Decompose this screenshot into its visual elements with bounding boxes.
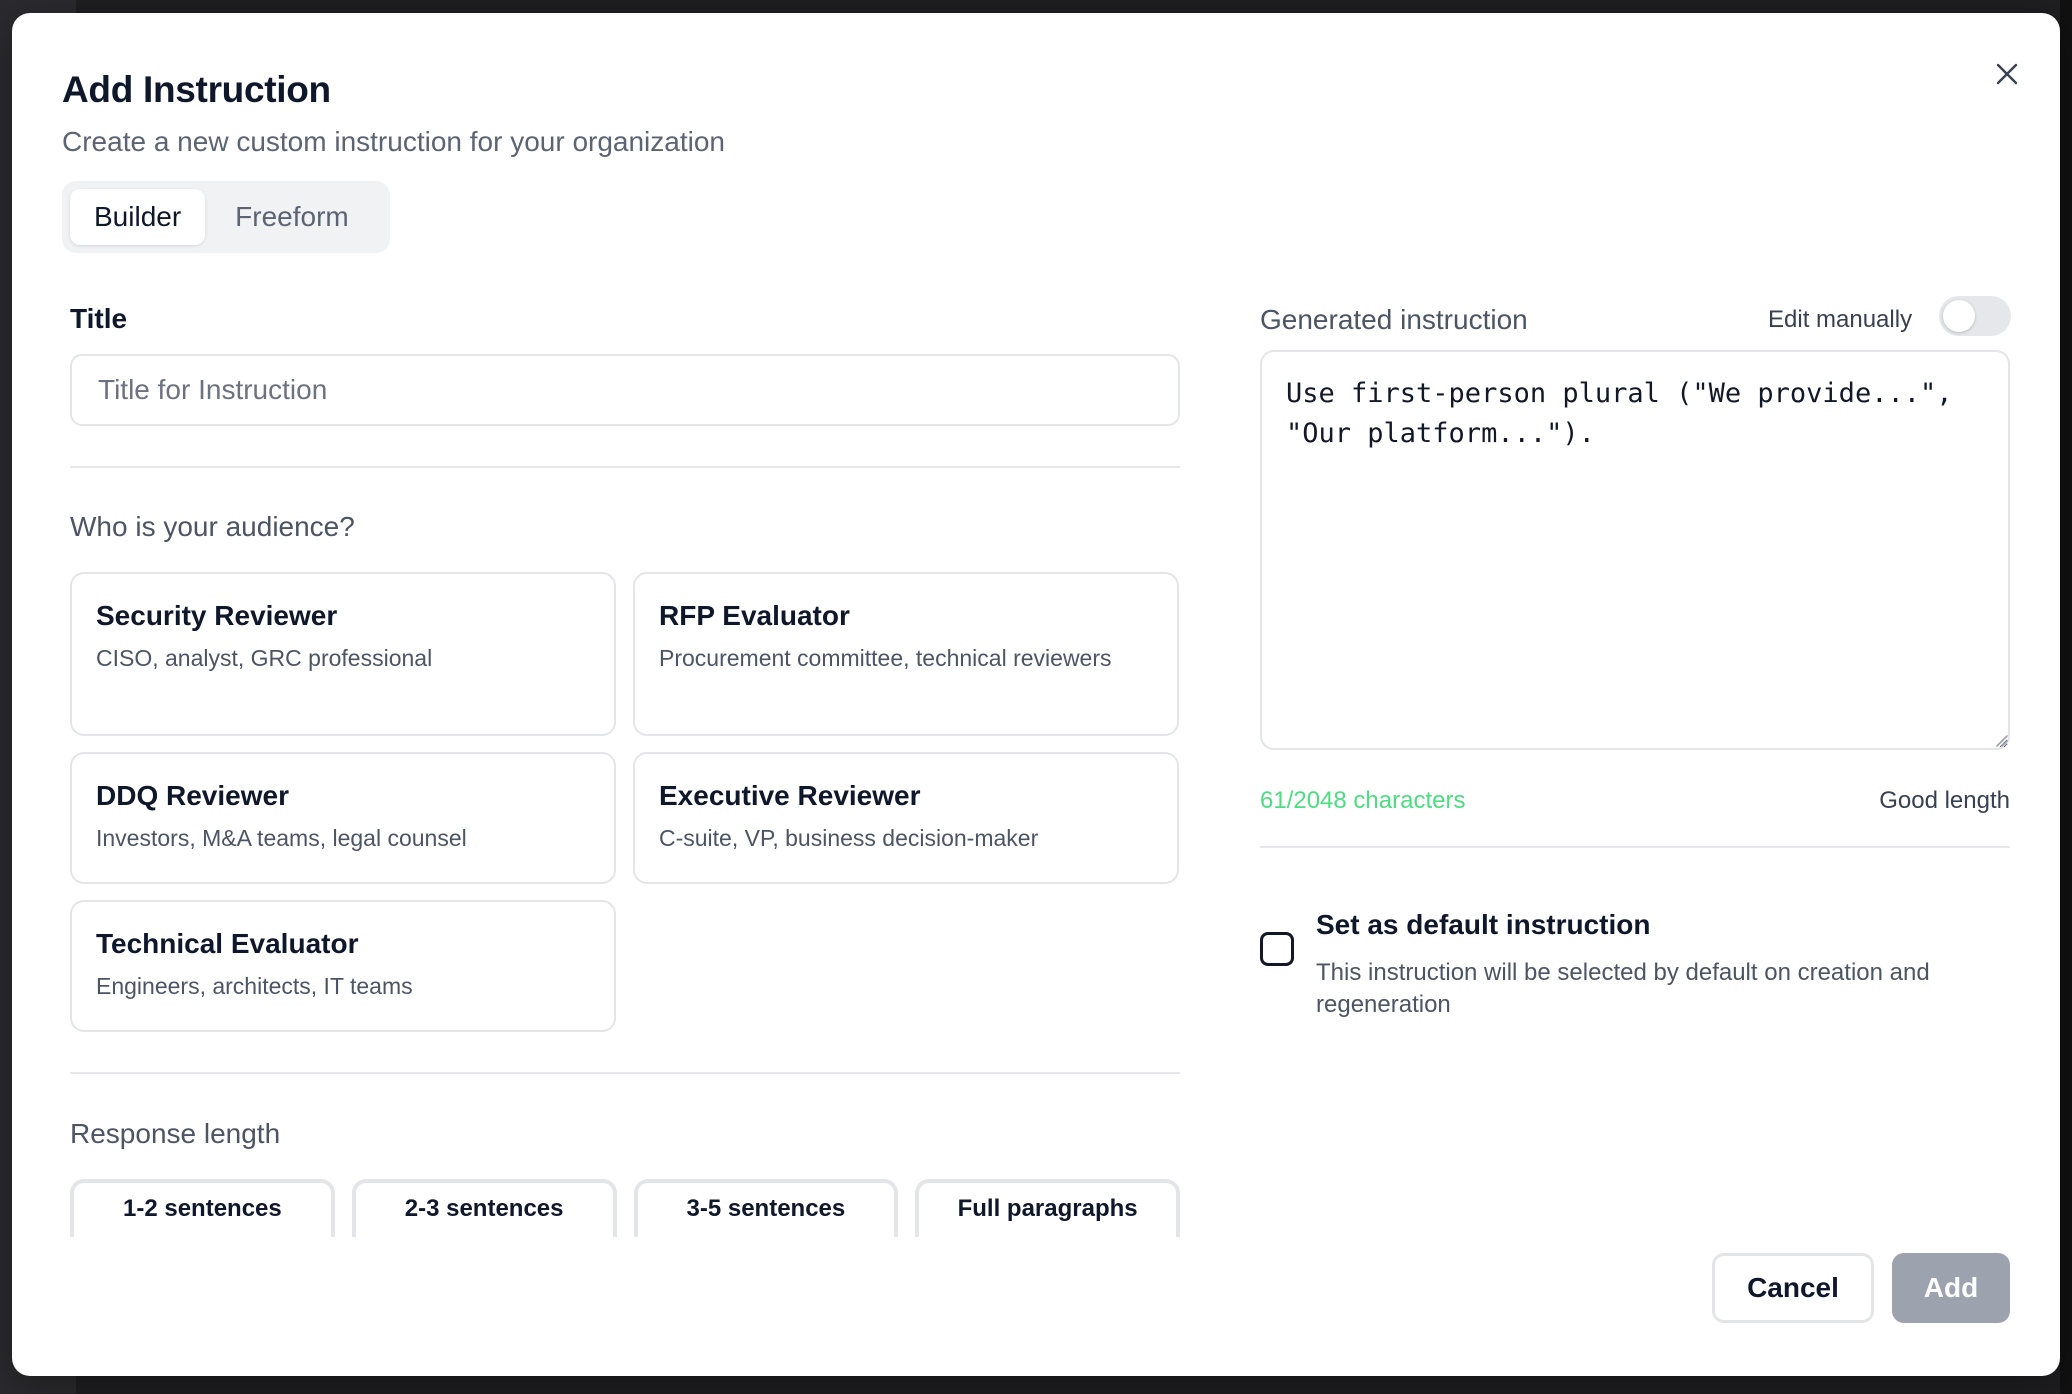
card-title: Executive Reviewer (659, 780, 921, 811)
card-title: DDQ Reviewer (96, 780, 289, 811)
tab-freeform[interactable]: Freeform (211, 189, 373, 245)
response-length-options: 1-2 sentences 2-3 sentences 3-5 sentence… (70, 1179, 1180, 1237)
card-description: Engineers, architects, IT teams (96, 973, 413, 999)
length-option-3-5-sentences[interactable]: 3-5 sentences (633, 1179, 899, 1237)
dialog-subtitle: Create a new custom instruction for your… (62, 126, 725, 157)
divider (70, 466, 1180, 468)
generated-instruction-textarea[interactable]: Use first-person plural ("We provide..."… (1260, 350, 2010, 750)
card-description: C-suite, VP, business decision-maker (659, 825, 1039, 851)
generated-instruction-label: Generated instruction (1260, 304, 1528, 335)
add-instruction-dialog: Add Instruction Create a new custom inst… (12, 13, 2060, 1376)
length-status: Good length (1879, 787, 2010, 814)
audience-card-executive-reviewer[interactable]: Executive Reviewer C-suite, VP, business… (633, 752, 1179, 884)
audience-heading: Who is your audience? (70, 511, 355, 542)
close-icon (1996, 63, 2018, 85)
divider (1260, 846, 2010, 848)
card-description: Investors, M&A teams, legal counsel (96, 825, 467, 851)
audience-card-rfp-evaluator[interactable]: RFP Evaluator Procurement committee, tec… (633, 572, 1179, 736)
audience-card-ddq-reviewer[interactable]: DDQ Reviewer Investors, M&A teams, legal… (70, 752, 616, 884)
title-field-label: Title (70, 303, 128, 334)
dialog-title: Add Instruction (62, 69, 331, 110)
resize-handle-icon[interactable] (1992, 731, 2008, 747)
tab-builder[interactable]: Builder (70, 189, 206, 245)
add-button[interactable]: Add (1892, 1253, 2010, 1323)
edit-manually-toggle[interactable] (1939, 296, 2011, 336)
length-option-2-3-sentences[interactable]: 2-3 sentences (351, 1179, 617, 1237)
divider (70, 1072, 1180, 1074)
mode-tabs: Builder Freeform (62, 181, 390, 253)
card-title: Technical Evaluator (96, 928, 359, 959)
length-option-full-paragraphs[interactable]: Full paragraphs (915, 1179, 1180, 1237)
title-input[interactable] (70, 354, 1180, 426)
cancel-button[interactable]: Cancel (1712, 1253, 1874, 1323)
card-title: RFP Evaluator (659, 600, 850, 631)
card-description: Procurement committee, technical reviewe… (659, 645, 1112, 671)
default-instruction-title: Set as default instruction (1316, 909, 1651, 940)
audience-card-technical-evaluator[interactable]: Technical Evaluator Engineers, architect… (70, 900, 616, 1032)
character-count: 61/2048 characters (1260, 787, 1466, 814)
audience-card-security-reviewer[interactable]: Security Reviewer CISO, analyst, GRC pro… (70, 572, 616, 736)
default-instruction-checkbox[interactable] (1260, 932, 1294, 966)
close-button[interactable] (1990, 57, 2024, 91)
edit-manually-label: Edit manually (1768, 306, 1913, 333)
default-instruction-description: This instruction will be selected by def… (1316, 959, 1930, 1018)
length-option-1-2-sentences[interactable]: 1-2 sentences (70, 1179, 335, 1237)
card-title: Security Reviewer (96, 600, 338, 631)
response-length-heading: Response length (70, 1118, 281, 1149)
card-description: CISO, analyst, GRC professional (96, 645, 433, 671)
toggle-knob (1943, 300, 1975, 332)
backdrop-right (2060, 0, 2072, 1394)
